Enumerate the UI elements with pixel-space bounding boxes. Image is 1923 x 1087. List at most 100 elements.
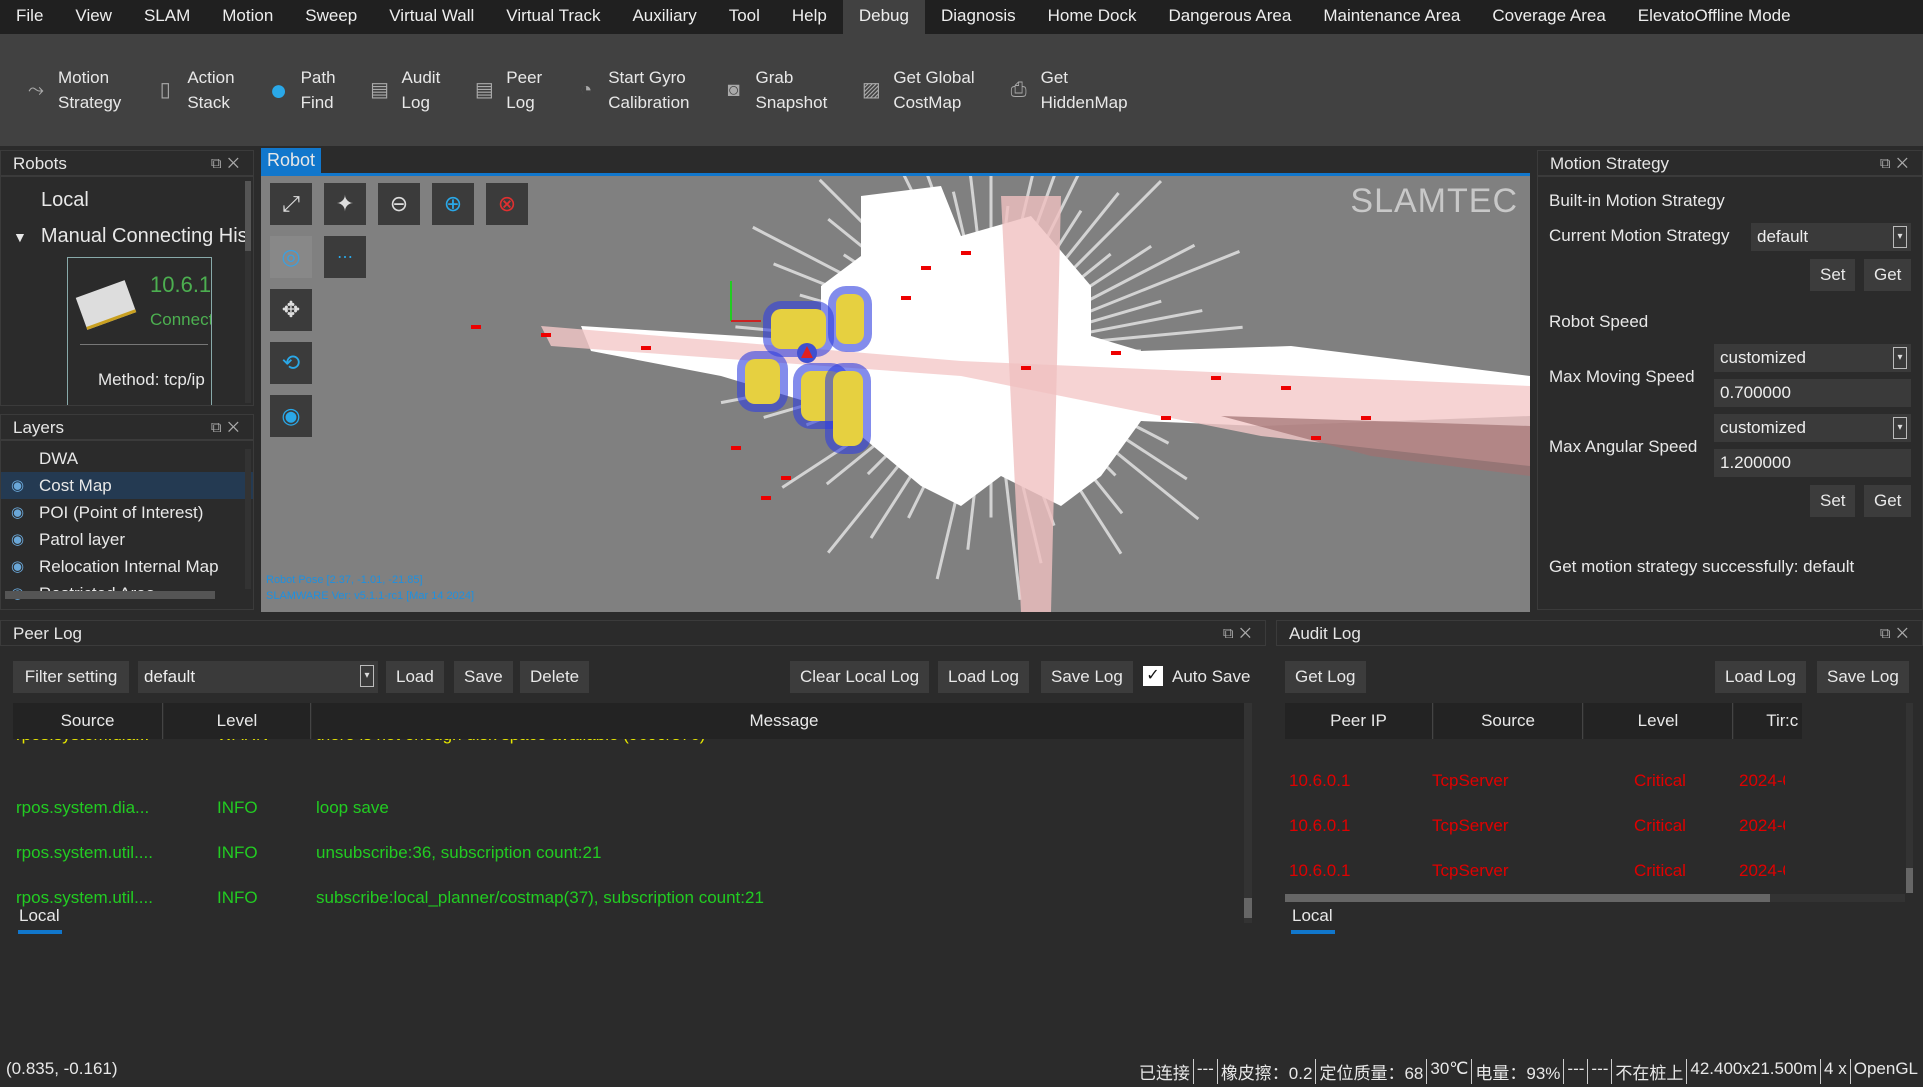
- moving-speed-select[interactable]: customized ▾: [1714, 344, 1911, 372]
- column-level[interactable]: Level: [164, 703, 311, 739]
- audit-row[interactable]: 10.6.0.1 TcpServer Critical 2024-03-21T15:.…: [1285, 861, 1785, 891]
- column-level[interactable]: Level: [1584, 703, 1733, 739]
- stop-icon[interactable]: ⊗: [486, 183, 528, 225]
- toolbar-peer-log[interactable]: ▤ Peer Log: [470, 65, 542, 115]
- menu-motion[interactable]: Motion: [206, 0, 289, 34]
- get-speed-button[interactable]: Get: [1864, 485, 1911, 517]
- menu-help[interactable]: Help: [776, 0, 843, 34]
- filter-select[interactable]: default ▾: [138, 661, 378, 693]
- float-close-icons[interactable]: ⧉✕: [1880, 621, 1914, 647]
- log-row[interactable]: rpos.system.util.... INFO unsubscribe:36, …: [13, 843, 1243, 873]
- float-close-icons[interactable]: ⧉✕: [211, 151, 245, 177]
- column-peer-ip[interactable]: Peer IP: [1285, 703, 1433, 739]
- column-extra[interactable]: :c: [1785, 703, 1802, 739]
- float-close-icons[interactable]: ⧉✕: [1223, 621, 1257, 647]
- toolbar-action-stack[interactable]: ▯ Action Stack: [151, 65, 235, 115]
- moving-speed-input[interactable]: 0.700000: [1714, 379, 1911, 407]
- menu-virtual-wall[interactable]: Virtual Wall: [373, 0, 490, 34]
- menu-dangerous-area[interactable]: Dangerous Area: [1152, 0, 1307, 34]
- audit-row[interactable]: 10.6.0.1 TcpServer Critical 2024-03-21T15:.…: [1285, 816, 1785, 846]
- menu-file[interactable]: File: [0, 0, 59, 34]
- menu-slam[interactable]: SLAM: [128, 0, 206, 34]
- layer-item[interactable]: DWA: [1, 445, 253, 472]
- center-icon[interactable]: ✦: [324, 183, 366, 225]
- auto-save-checkbox[interactable]: ✓: [1143, 666, 1163, 686]
- log-row[interactable]: rpos.system.dia... INFO loop save: [13, 798, 1243, 828]
- audit-log-tab-local[interactable]: Local: [1292, 906, 1333, 926]
- get-strategy-button[interactable]: Get: [1864, 259, 1911, 291]
- toolbar-path-find[interactable]: ● Path Find: [265, 65, 336, 115]
- column-message[interactable]: Message: [312, 703, 1245, 739]
- menu-debug[interactable]: Debug: [842, 0, 925, 34]
- layer-item[interactable]: ◉ Cost Map: [1, 472, 253, 499]
- float-close-icons[interactable]: ⧉✕: [211, 415, 245, 441]
- tab-robot[interactable]: Robot: [261, 148, 322, 173]
- menu-diagnosis[interactable]: Diagnosis: [925, 0, 1032, 34]
- angular-speed-input[interactable]: 1.200000: [1714, 449, 1911, 477]
- eye-icon[interactable]: ◉: [270, 395, 312, 437]
- audit-row[interactable]: 10.6.0.1 TcpServer Critical 2024-03-21T15:.…: [1285, 771, 1785, 801]
- delete-filter-button[interactable]: Delete: [520, 661, 590, 693]
- peer-log-tab-local[interactable]: Local: [19, 906, 60, 926]
- audit-v-scrollbar[interactable]: [1906, 703, 1913, 893]
- menu-virtual-track[interactable]: Virtual Track: [490, 0, 616, 34]
- set-speed-button[interactable]: Set: [1810, 485, 1855, 517]
- column-source[interactable]: Source: [1434, 703, 1583, 739]
- menu-maintenance-area[interactable]: Maintenance Area: [1307, 0, 1476, 34]
- toolbar-audit-log[interactable]: ▤ Audit Log: [366, 65, 440, 115]
- fit-view-icon[interactable]: ⤢: [270, 183, 312, 225]
- zoom-out-icon[interactable]: ⊖: [378, 183, 420, 225]
- menu-coverage-area[interactable]: Coverage Area: [1476, 0, 1621, 34]
- toolbar-start-gyro-calibration[interactable]: ◔ Start Gyro Calibration: [572, 65, 689, 115]
- map-drawing[interactable]: [261, 176, 1530, 612]
- load-log-button[interactable]: Load Log: [938, 661, 1029, 693]
- menu-view[interactable]: View: [59, 0, 128, 34]
- robots-group[interactable]: ▼ Manual Connecting His: [13, 225, 248, 248]
- zoom-in-icon[interactable]: ⊕: [432, 183, 474, 225]
- layer-item[interactable]: ◉ Patrol layer: [1, 526, 253, 553]
- column-timestamp[interactable]: Timestamp: [1734, 703, 1785, 739]
- menu-offline-mode[interactable]: Offline Mode: [1694, 0, 1806, 34]
- map-canvas[interactable]: ⤢ ✦ ⊖ ⊕ ⊗ ◎ ⋯ ✥ ⟲ ◉ SLAMTEC Robot Pose […: [261, 176, 1530, 612]
- eye-icon[interactable]: ◉: [11, 526, 39, 553]
- menu-auxiliary[interactable]: Auxiliary: [616, 0, 712, 34]
- robots-scrollbar[interactable]: [245, 181, 251, 403]
- toolbar-motion-strategy[interactable]: ⤳ Motion Strategy: [22, 65, 121, 115]
- eye-icon[interactable]: ◉: [11, 553, 39, 580]
- clear-local-log-button[interactable]: Clear Local Log: [790, 661, 930, 693]
- filter-setting-button[interactable]: Filter setting: [13, 661, 129, 693]
- toolbar-get-hiddenmap[interactable]: ⎙ Get HiddenMap: [1005, 65, 1128, 115]
- eye-icon[interactable]: ◉: [11, 499, 39, 526]
- move-icon[interactable]: ✥: [270, 289, 312, 331]
- path-dash-icon[interactable]: ⋯: [324, 236, 366, 278]
- angular-speed-select[interactable]: customized ▾: [1714, 414, 1911, 442]
- robot-card[interactable]: 10.6.12 Connecte Method: tcp/ip: [67, 257, 212, 405]
- expand-triangle-icon[interactable]: ▼: [13, 229, 27, 245]
- layers-v-scrollbar[interactable]: [245, 449, 251, 589]
- layers-h-scrollbar[interactable]: [5, 591, 215, 599]
- float-close-icons[interactable]: ⧉✕: [1880, 151, 1914, 177]
- rotate-icon[interactable]: ⟲: [270, 342, 312, 384]
- robots-local[interactable]: Local: [41, 189, 89, 212]
- peer-log-scrollbar[interactable]: [1244, 703, 1252, 923]
- audit-h-scrollbar[interactable]: [1285, 894, 1905, 902]
- layer-item[interactable]: ◉ POI (Point of Interest): [1, 499, 253, 526]
- column-source[interactable]: Source: [13, 703, 163, 739]
- log-row[interactable]: rpos.system.util.... INFO subscribe:local_…: [13, 888, 1243, 918]
- menu-sweep[interactable]: Sweep: [289, 0, 373, 34]
- save-filter-button[interactable]: Save: [454, 661, 513, 693]
- audit-save-log-button[interactable]: Save Log: [1817, 661, 1909, 693]
- menu-home-dock[interactable]: Home Dock: [1032, 0, 1153, 34]
- layer-item[interactable]: ◉ Relocation Internal Map: [1, 553, 253, 580]
- relocate-icon[interactable]: ◎: [270, 236, 312, 278]
- set-strategy-button[interactable]: Set: [1810, 259, 1855, 291]
- current-strategy-select[interactable]: default ▾: [1751, 223, 1911, 251]
- toolbar-get-global-costmap[interactable]: ▨ Get Global CostMap: [857, 65, 975, 115]
- toolbar-grab-snapshot[interactable]: ◙ Grab Snapshot: [719, 65, 827, 115]
- load-filter-button[interactable]: Load: [386, 661, 444, 693]
- menu-tool[interactable]: Tool: [713, 0, 776, 34]
- audit-load-log-button[interactable]: Load Log: [1715, 661, 1806, 693]
- get-log-button[interactable]: Get Log: [1285, 661, 1366, 693]
- menu-elevato[interactable]: Elevato: [1622, 0, 1695, 34]
- eye-icon[interactable]: ◉: [11, 472, 39, 499]
